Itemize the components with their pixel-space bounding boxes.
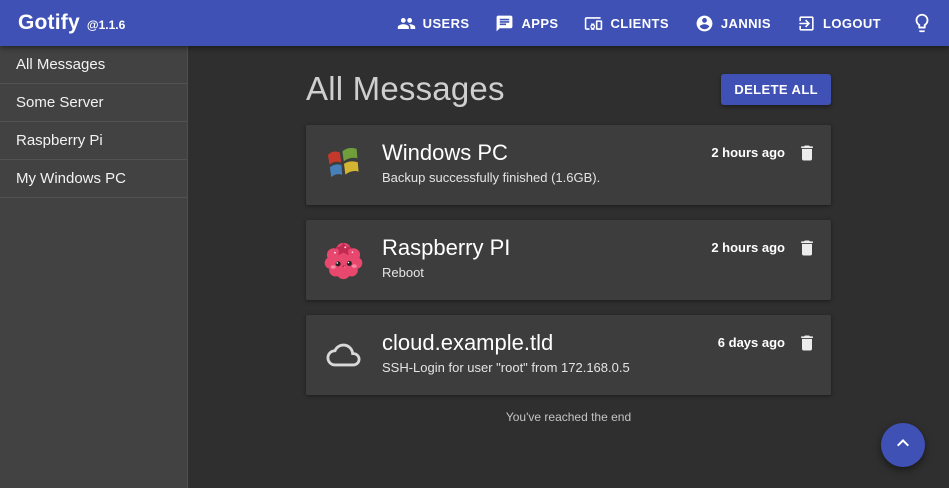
nav-clients[interactable]: CLIENTS — [584, 14, 668, 33]
message-card-cloud: cloud.example.tld SSH-Login for user "ro… — [306, 315, 831, 395]
clients-icon — [584, 14, 603, 33]
message-timestamp: 2 hours ago — [711, 240, 785, 255]
apps-icon — [495, 14, 514, 33]
theme-toggle-button[interactable] — [911, 12, 933, 34]
nav-user-label: JANNIS — [721, 16, 771, 31]
sidebar-item-raspberry-pi[interactable]: Raspberry Pi — [0, 122, 187, 160]
main-content: All Messages DELETE ALL Windows PC Backu… — [188, 46, 949, 488]
scroll-to-top-button[interactable] — [881, 423, 925, 467]
message-card-windows-pc: Windows PC Backup successfully finished … — [306, 125, 831, 205]
message-title: Windows PC — [382, 140, 711, 166]
page-title: All Messages — [306, 70, 505, 108]
sidebar-item-some-server[interactable]: Some Server — [0, 84, 187, 122]
brand-name: Gotify — [18, 11, 80, 35]
nav-users[interactable]: USERS — [397, 14, 470, 33]
sidebar-item-all-messages[interactable]: All Messages — [0, 46, 187, 84]
logout-icon — [797, 14, 816, 33]
delete-all-button[interactable]: DELETE ALL — [721, 74, 831, 105]
message-text: cloud.example.tld SSH-Login for user "ro… — [382, 329, 718, 376]
account-circle-icon — [695, 14, 714, 33]
nav-logout-label: LOGOUT — [823, 16, 881, 31]
end-of-list-text: You've reached the end — [306, 410, 831, 424]
message-title: Raspberry PI — [382, 235, 711, 261]
message-title: cloud.example.tld — [382, 330, 718, 356]
app-header: Gotify @1.1.6 USERS APPS CLIENTS JANNIS … — [0, 0, 949, 46]
message-text: Raspberry PI Reboot — [382, 234, 711, 281]
nav-logout[interactable]: LOGOUT — [797, 14, 881, 33]
delete-message-button[interactable] — [797, 143, 817, 163]
message-meta: 2 hours ago — [711, 143, 817, 163]
message-meta: 2 hours ago — [711, 238, 817, 258]
message-timestamp: 2 hours ago — [711, 145, 785, 160]
message-meta: 6 days ago — [718, 333, 817, 353]
sidebar: All Messages Some Server Raspberry Pi My… — [0, 46, 188, 488]
message-text: Windows PC Backup successfully finished … — [382, 139, 711, 186]
nav-apps-label: APPS — [521, 16, 558, 31]
nav-apps[interactable]: APPS — [495, 14, 558, 33]
message-body: SSH-Login for user "root" from 172.168.0… — [382, 360, 718, 376]
message-timestamp: 6 days ago — [718, 335, 785, 350]
nav-users-label: USERS — [423, 16, 470, 31]
nav-clients-label: CLIENTS — [610, 16, 668, 31]
nav-user-account[interactable]: JANNIS — [695, 14, 771, 33]
brand[interactable]: Gotify @1.1.6 — [18, 11, 125, 35]
message-body: Reboot — [382, 265, 711, 281]
raspberry-logo-icon — [322, 237, 365, 280]
cloud-icon — [322, 332, 365, 375]
windows-logo-icon — [322, 142, 365, 185]
content-header: All Messages DELETE ALL — [306, 70, 831, 108]
sidebar-item-my-windows-pc[interactable]: My Windows PC — [0, 160, 187, 198]
message-card-raspberry-pi: Raspberry PI Reboot 2 hours ago — [306, 220, 831, 300]
chevron-up-icon — [891, 431, 915, 460]
header-nav: USERS APPS CLIENTS JANNIS LOGOUT — [397, 12, 933, 34]
lightbulb-icon — [911, 12, 933, 34]
message-body: Backup successfully finished (1.6GB). — [382, 170, 711, 186]
users-icon — [397, 14, 416, 33]
delete-message-button[interactable] — [797, 333, 817, 353]
delete-message-button[interactable] — [797, 238, 817, 258]
brand-version: @1.1.6 — [87, 18, 125, 32]
